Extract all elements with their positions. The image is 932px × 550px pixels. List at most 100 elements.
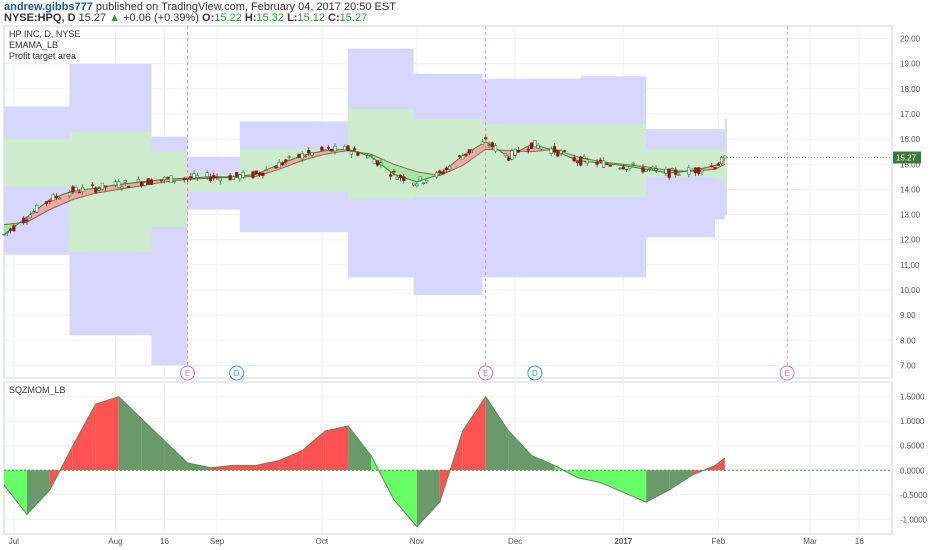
candle-body (71, 186, 75, 193)
candle-body (366, 155, 370, 159)
candle-body (169, 175, 173, 184)
candle-body (100, 182, 104, 190)
candle-body (166, 176, 170, 179)
momentum-segment (95, 396, 119, 471)
candle-body (464, 154, 468, 156)
candle-body (113, 181, 118, 186)
candle-body (251, 171, 255, 178)
event-marker-label: D (532, 369, 538, 378)
event-marker-label: E (784, 369, 789, 378)
candle-body (297, 153, 301, 158)
candle-body (480, 141, 485, 145)
candle-body (425, 179, 429, 183)
y-tick-label-price: 8.00 (900, 336, 916, 345)
candle-body (280, 162, 285, 166)
candle-body (51, 194, 55, 201)
candle-body (205, 172, 209, 177)
candle-body (618, 167, 622, 170)
momentum-segment (325, 426, 349, 471)
y-tick-label-price: 14.00 (900, 185, 921, 194)
candle-body (172, 180, 176, 182)
candle-body (330, 148, 334, 152)
y-tick-label-price: 18.00 (900, 85, 921, 94)
candle-body (389, 174, 393, 177)
candle-body (90, 184, 95, 186)
x-tick-label: Aug (108, 537, 122, 546)
candle-body (539, 146, 543, 150)
candle-body (218, 177, 222, 182)
candle-body (369, 155, 373, 157)
candle-body (697, 167, 701, 174)
candle-body (418, 176, 422, 181)
candle-body (58, 197, 62, 200)
y-tick-label-osc: -1.0000 (900, 515, 928, 524)
y-tick-label-price: 16.00 (900, 135, 921, 144)
candle-body (582, 156, 586, 159)
x-tick-label: Oct (316, 537, 329, 546)
candle-body (123, 180, 127, 183)
candle-body (664, 168, 668, 174)
y-tick-label-price: 19.00 (900, 60, 921, 69)
candle-body (710, 165, 714, 167)
candle-body (22, 217, 26, 223)
candle-body (448, 165, 452, 171)
candle-body (411, 182, 416, 186)
candle-body (700, 169, 704, 173)
candle-body (507, 157, 511, 161)
candle-body (44, 201, 49, 204)
candle-body (372, 159, 376, 164)
candle-body (510, 150, 514, 160)
candle-body (231, 176, 235, 180)
last-price-tag-text: 15.27 (896, 153, 917, 162)
y-tick-label-price: 12.00 (900, 236, 921, 245)
candle-body (602, 160, 606, 168)
event-marker-label: E (483, 369, 488, 378)
candle-body (647, 168, 652, 170)
candle-body (552, 146, 557, 153)
candle-body (274, 166, 278, 169)
indicator-label-emama: EMAMA_LB (9, 40, 58, 50)
candle-body (195, 175, 199, 178)
candle-body (81, 186, 85, 192)
candle-body (303, 155, 308, 158)
candle-body (402, 176, 406, 182)
candle-body (598, 159, 602, 162)
candle-body (575, 161, 580, 164)
candle-body (533, 140, 537, 148)
candle-body (461, 155, 465, 160)
candle-body (720, 157, 724, 165)
y-tick-label-price: 10.00 (900, 286, 921, 295)
x-tick-label: 2017 (614, 537, 632, 546)
candle-body (493, 145, 498, 152)
candle-body (651, 166, 655, 169)
x-tick-label: Dec (508, 537, 522, 546)
candle-body (441, 171, 445, 175)
candle-body (235, 172, 239, 177)
indicator-label-sqzmom: SQZMOM_LB (9, 385, 66, 395)
candle-body (484, 137, 488, 140)
candle-body (228, 175, 232, 181)
y-tick-label-osc: 1.0000 (900, 417, 925, 426)
candle-body (624, 168, 629, 171)
candle-body (395, 176, 399, 180)
y-tick-label-osc: -0.5000 (900, 491, 928, 500)
candle-body (12, 225, 16, 232)
candle-body (674, 169, 678, 175)
candle-body (320, 146, 324, 151)
candle-body (513, 148, 517, 156)
y-tick-label-price: 13.00 (900, 211, 921, 220)
x-tick-label: Sep (210, 537, 225, 546)
candle-body (238, 174, 242, 180)
candle-body (716, 164, 720, 166)
candle-body (687, 167, 691, 175)
candle-body (257, 172, 262, 176)
candle-body (277, 161, 281, 168)
y-tick-label-osc: 0.0000 (900, 466, 925, 475)
candle-body (392, 170, 396, 173)
x-tick-label: 16 (160, 537, 169, 546)
candle-body (48, 200, 52, 202)
candle-body (723, 155, 727, 159)
candle-body (2, 233, 6, 236)
candle-body (264, 169, 268, 171)
candle-body (143, 182, 147, 186)
